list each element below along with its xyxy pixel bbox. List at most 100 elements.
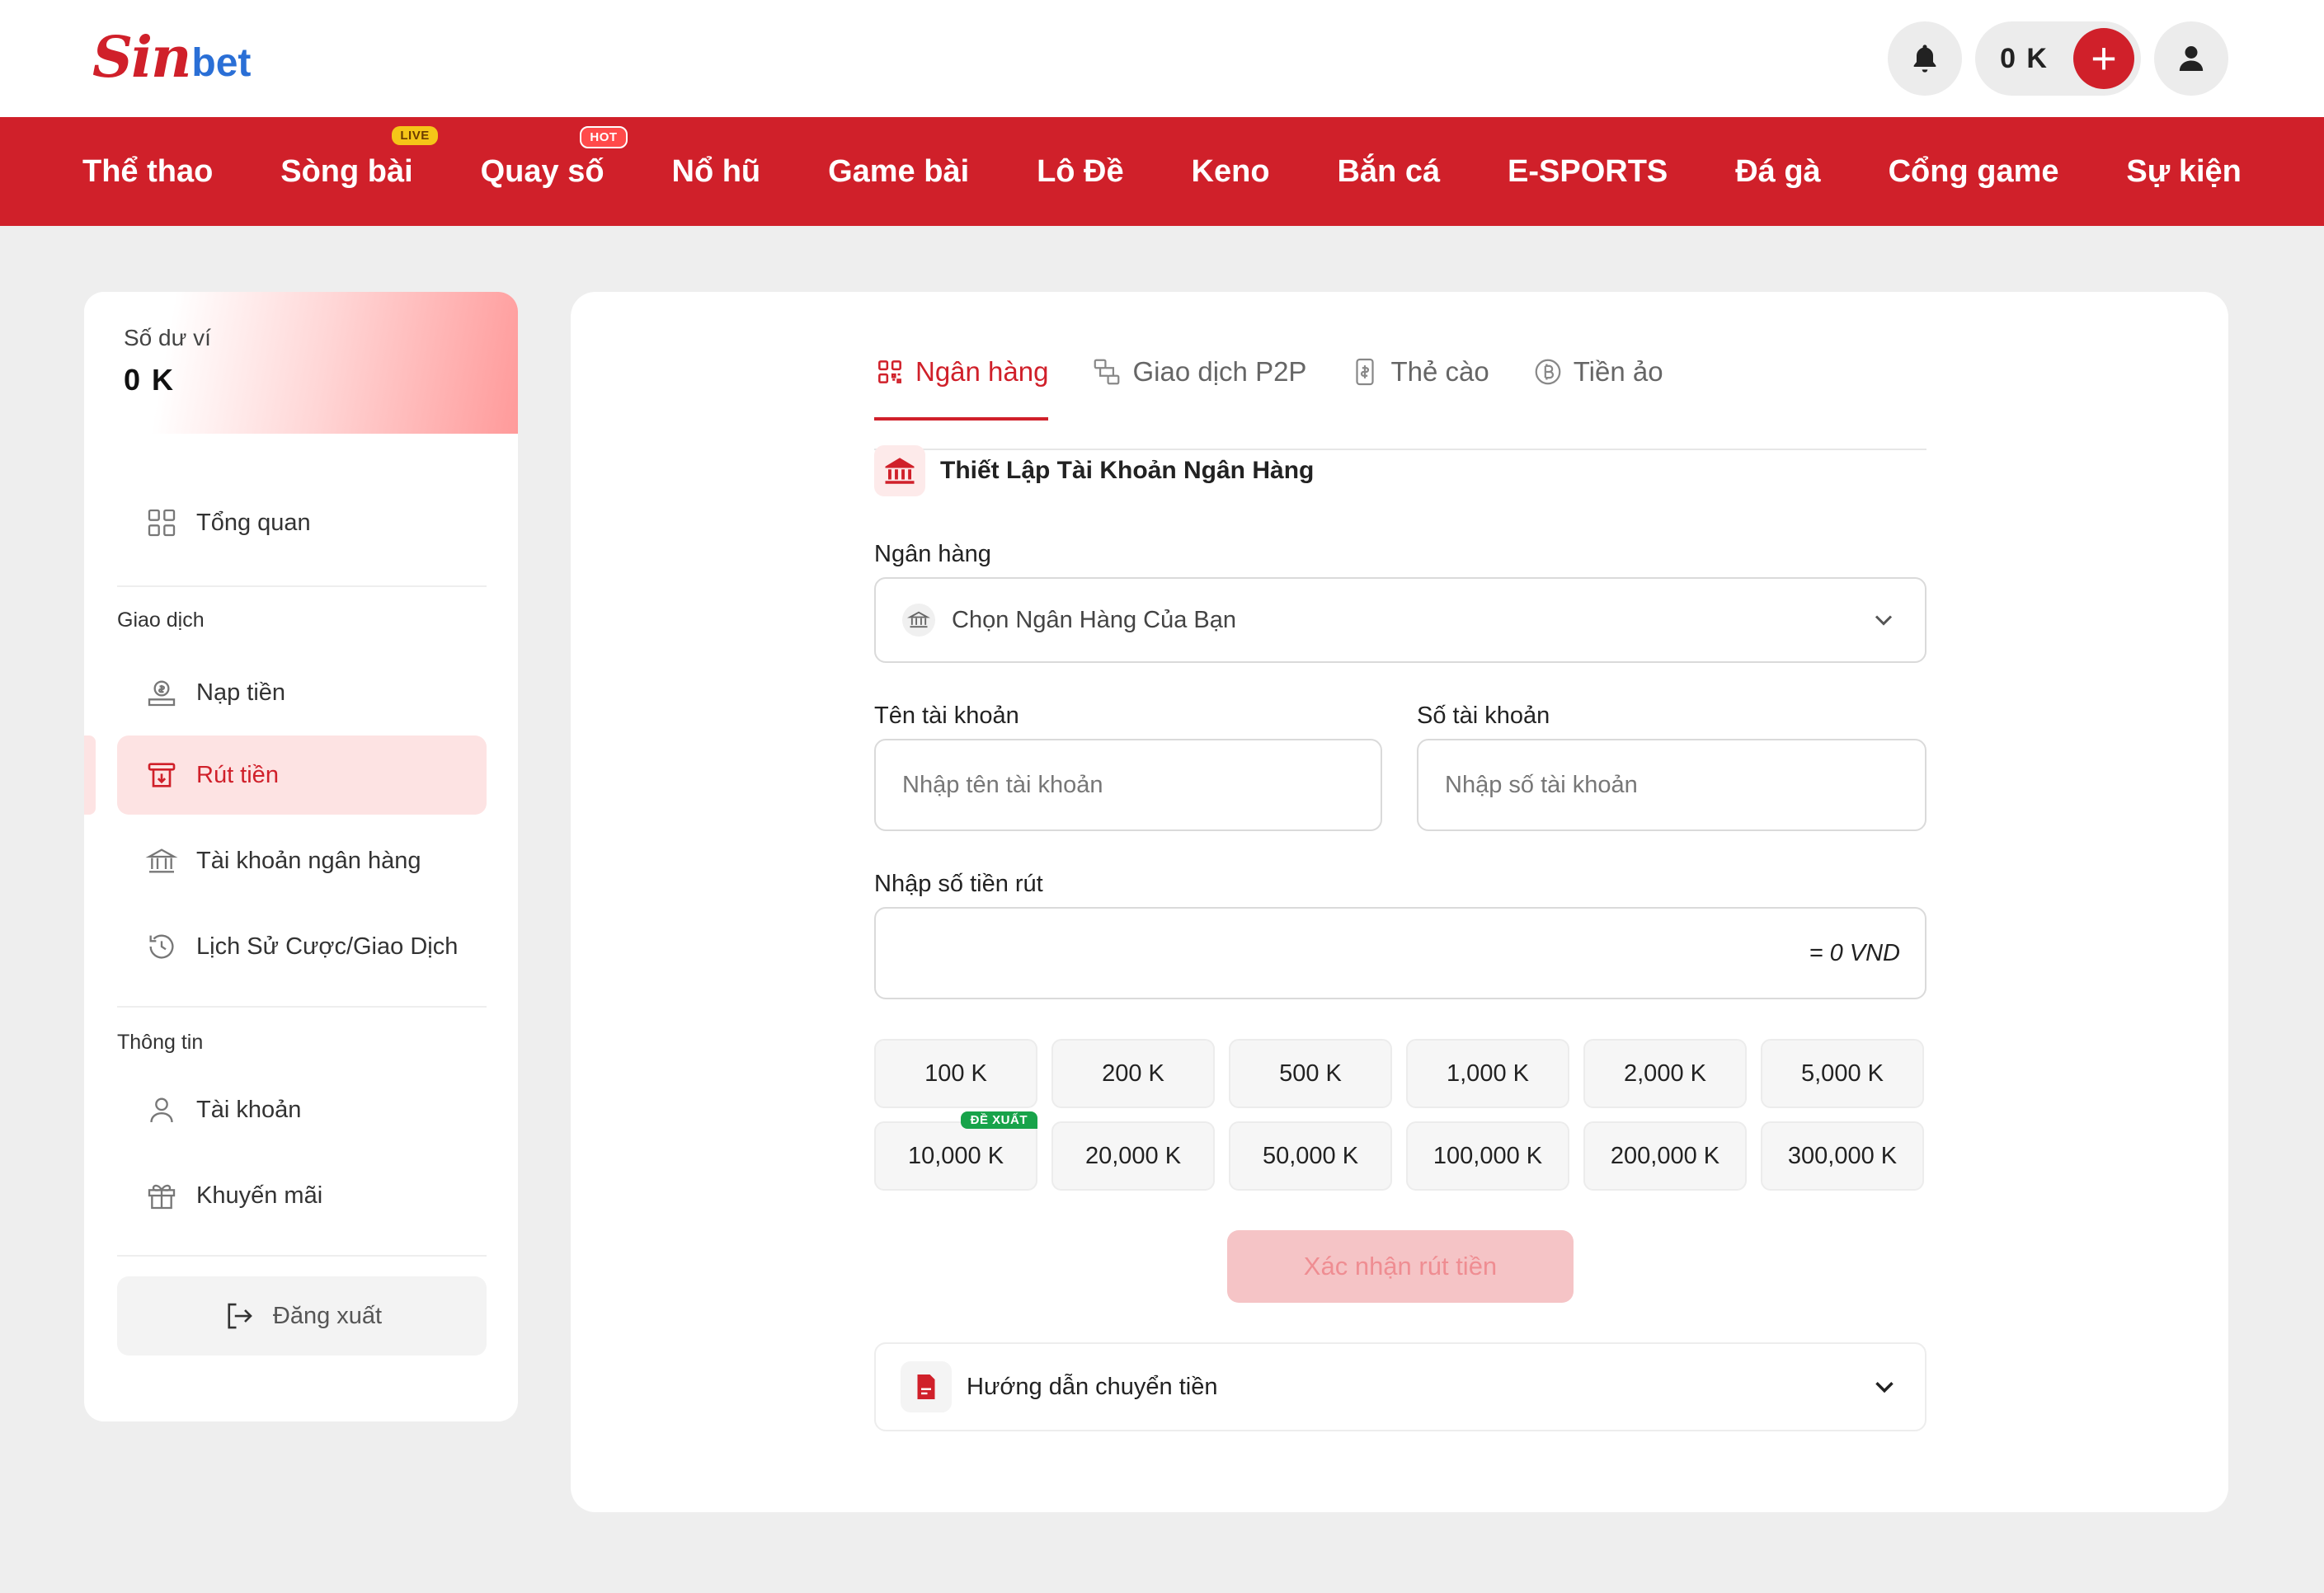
section-title-transactions: Giao dịch bbox=[117, 609, 205, 632]
deposit-icon bbox=[148, 680, 176, 707]
nav-item-da-ga[interactable]: Đá gà bbox=[1735, 154, 1820, 190]
nav-item-game-bai[interactable]: Game bài bbox=[828, 154, 969, 190]
amount-field: = 0 VND bbox=[874, 907, 1926, 999]
amount-chip[interactable]: 100 K bbox=[874, 1039, 1037, 1108]
recommended-badge: ĐỀ XUẤT bbox=[960, 1111, 1037, 1129]
account-name-input[interactable] bbox=[876, 740, 1381, 829]
deposit-plus-button[interactable]: + bbox=[2073, 28, 2134, 89]
logo-text-in: in bbox=[131, 25, 191, 91]
amount-label: Nhập số tiền rút bbox=[874, 871, 1043, 897]
nav-label: Sòng bài bbox=[280, 153, 413, 189]
sidebar-divider bbox=[117, 1006, 487, 1008]
bell-icon bbox=[1913, 45, 1936, 73]
amount-chip[interactable]: 500 K bbox=[1229, 1039, 1392, 1108]
header-balance: 0 K bbox=[2000, 42, 2049, 74]
amount-input[interactable] bbox=[876, 909, 1925, 998]
bank-small-icon-wrap bbox=[902, 604, 935, 637]
bank-select[interactable]: Chọn Ngân Hàng Của Bạn bbox=[874, 577, 1926, 663]
nav-item-no-hu[interactable]: Nổ hũ bbox=[672, 154, 761, 190]
account-number-input[interactable] bbox=[1418, 740, 1925, 829]
tab-p2p[interactable]: Giao dịch P2P bbox=[1091, 343, 1306, 401]
account-number-field bbox=[1417, 739, 1926, 831]
wallet-card: Số dư ví 0 K bbox=[84, 292, 518, 434]
nav-label: Quay số bbox=[480, 153, 605, 189]
guide-icon-wrap bbox=[901, 1361, 952, 1412]
amount-chip[interactable]: 2,000 K bbox=[1583, 1039, 1747, 1108]
nav-label: Nổ hũ bbox=[671, 153, 761, 189]
nav-item-esports[interactable]: E-SPORTS bbox=[1508, 154, 1668, 190]
withdraw-panel: Ngân hàng Giao dịch P2P Thẻ cào Tiền ảo … bbox=[571, 292, 2228, 1512]
sinbet-logo[interactable]: Sin bet bbox=[92, 25, 251, 91]
logo-text-s: S bbox=[92, 25, 133, 91]
amount-chip[interactable]: 200 K bbox=[1051, 1039, 1215, 1108]
amount-chip[interactable]: 200,000 K bbox=[1583, 1121, 1747, 1191]
guide-label: Hướng dẫn chuyển tiền bbox=[967, 1373, 1218, 1400]
bank-select-placeholder: Chọn Ngân Hàng Của Bạn bbox=[952, 606, 1237, 633]
nav-item-ban-ca[interactable]: Bắn cá bbox=[1337, 154, 1440, 190]
nav-label: Lô Đề bbox=[1037, 153, 1124, 189]
account-number-label: Số tài khoản bbox=[1417, 703, 1550, 729]
nav-item-song-bai[interactable]: Sòng bài LIVE bbox=[280, 125, 438, 190]
plus-icon: + bbox=[2091, 34, 2117, 83]
bitcoin-icon bbox=[1535, 359, 1561, 385]
sidebar-item-deposit[interactable]: Nạp tiền bbox=[117, 653, 487, 732]
account-sidebar: Số dư ví 0 K Tổng quan Giao dịch Nạp tiề… bbox=[84, 292, 518, 1421]
nav-label: Game bài bbox=[828, 153, 970, 189]
nav-item-the-thao[interactable]: Thể thao bbox=[82, 154, 213, 190]
balance-pill: 0 K + bbox=[1975, 21, 2141, 96]
sidebar-item-history[interactable]: Lịch Sử Cược/Giao Dịch bbox=[117, 907, 487, 986]
nav-item-quay-so[interactable]: Quay số HOT bbox=[480, 125, 628, 190]
bank-small-icon bbox=[907, 611, 930, 628]
amount-chip[interactable]: 20,000 K bbox=[1051, 1121, 1215, 1191]
bank-icon bbox=[145, 848, 178, 873]
amount-chip[interactable]: 5,000 K bbox=[1761, 1039, 1924, 1108]
sidebar-item-account[interactable]: Tài khoản bbox=[117, 1070, 487, 1149]
bank-label: Ngân hàng bbox=[874, 541, 991, 567]
section-title-info: Thông tin bbox=[117, 1031, 204, 1054]
bank-setup-title: Thiết Lập Tài Khoản Ngân Hàng bbox=[940, 457, 1315, 484]
notification-button[interactable] bbox=[1888, 21, 1963, 96]
sidebar-item-label: Nạp tiền bbox=[196, 679, 286, 706]
grid-icon bbox=[148, 509, 176, 537]
amount-chip[interactable]: 100,000 K bbox=[1406, 1121, 1569, 1191]
amount-chip[interactable]: 300,000 K bbox=[1761, 1121, 1924, 1191]
amount-chip-recommended[interactable]: 10,000 K ĐỀ XUẤT bbox=[874, 1111, 1037, 1191]
nav-item-lo-de[interactable]: Lô Đề bbox=[1037, 154, 1124, 190]
amount-chip[interactable]: 1,000 K bbox=[1406, 1039, 1569, 1108]
tab-scratch-card[interactable]: Thẻ cào bbox=[1349, 343, 1489, 401]
person-icon bbox=[150, 1097, 173, 1123]
nav-label: Bắn cá bbox=[1337, 153, 1441, 189]
sidebar-item-label: Rút tiền bbox=[196, 761, 279, 788]
tab-bank[interactable]: Ngân hàng bbox=[874, 343, 1049, 421]
sidebar-item-withdraw[interactable]: Rút tiền bbox=[117, 735, 487, 815]
amount-chip[interactable]: 50,000 K bbox=[1229, 1121, 1392, 1191]
nav-item-keno[interactable]: Keno bbox=[1192, 154, 1270, 190]
sidebar-item-label: Khuyến mãi bbox=[196, 1182, 323, 1209]
sidebar-item-overview[interactable]: Tổng quan bbox=[117, 483, 487, 562]
user-menu-button[interactable] bbox=[2154, 21, 2228, 96]
account-name-field bbox=[874, 739, 1382, 831]
confirm-withdraw-button[interactable]: Xác nhận rút tiền bbox=[1227, 1230, 1574, 1303]
nav-label: Đá gà bbox=[1735, 153, 1821, 189]
tab-label: Thẻ cào bbox=[1390, 356, 1489, 387]
nav-label: E-SPORTS bbox=[1508, 153, 1668, 189]
withdraw-icon bbox=[148, 763, 176, 787]
logout-button[interactable]: Đăng xuất bbox=[117, 1276, 487, 1356]
tab-label: Giao dịch P2P bbox=[1132, 356, 1307, 387]
chevron-down-icon bbox=[1875, 615, 1893, 626]
nav-item-cong-game[interactable]: Cổng game bbox=[1889, 154, 2059, 190]
document-icon bbox=[917, 1374, 935, 1399]
history-icon bbox=[149, 934, 174, 959]
transfer-guide-accordion[interactable]: Hướng dẫn chuyển tiền bbox=[874, 1342, 1926, 1431]
nav-label: Thể thao bbox=[82, 153, 214, 189]
tab-crypto[interactable]: Tiền ảo bbox=[1532, 343, 1663, 401]
logout-label: Đăng xuất bbox=[272, 1302, 383, 1329]
sidebar-item-bank-accounts[interactable]: Tài khoản ngân hàng bbox=[117, 821, 487, 900]
account-name-label: Tên tài khoản bbox=[874, 703, 1019, 729]
sidebar-item-promotions[interactable]: Khuyến mãi bbox=[117, 1156, 487, 1235]
sidebar-divider bbox=[117, 585, 487, 587]
user-icon bbox=[2179, 46, 2204, 71]
nav-item-su-kien[interactable]: Sự kiện bbox=[2126, 154, 2241, 190]
chevron-down-icon bbox=[1875, 1382, 1894, 1393]
nav-label: Keno bbox=[1191, 153, 1270, 189]
